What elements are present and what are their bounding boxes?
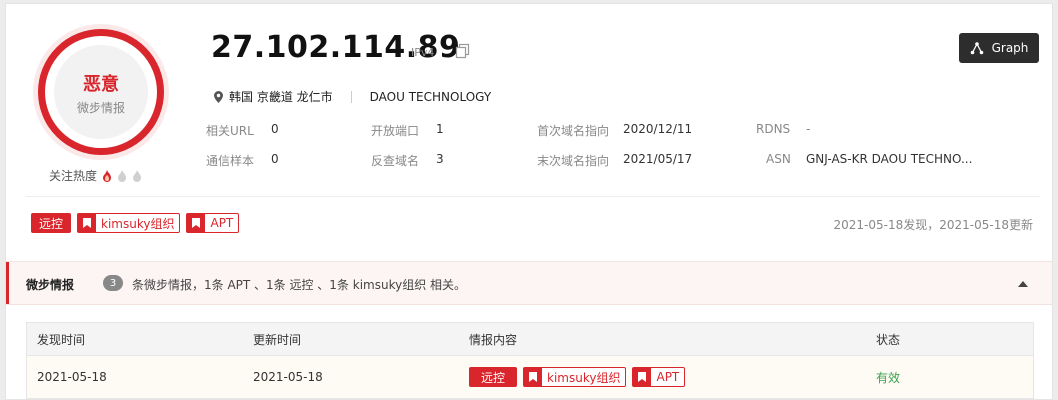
header-updated-time: 更新时间 xyxy=(253,332,302,347)
heat-label: 关注热度 xyxy=(49,169,98,183)
bookmark-icon xyxy=(78,214,97,232)
stat-label-rdns: RDNS xyxy=(756,122,791,136)
copy-icon[interactable] xyxy=(455,43,471,59)
stat-value-last-resolve: 2021/05/17 xyxy=(623,152,693,166)
stat-label-samples: 通信样本 xyxy=(206,154,255,168)
ip-version: IPv4 xyxy=(411,46,435,59)
intel-section-header[interactable]: 微步情报 3 条微步情报，1条 APT 、1条 远控 、1条 kimsuky组织… xyxy=(6,261,1052,305)
bookmark-icon xyxy=(524,368,543,386)
tag-kimsuky[interactable]: kimsuky组织 xyxy=(523,367,627,387)
flame-icon xyxy=(118,169,127,182)
cell-updated-time: 2021-05-18 xyxy=(253,370,323,384)
verdict-subtitle: 微步情报 xyxy=(76,101,125,115)
header-status: 状态 xyxy=(876,332,901,347)
stat-value-first-resolve: 2020/12/11 xyxy=(623,122,693,136)
divider xyxy=(26,196,1040,197)
verdict-badge: 恶意 微步情报 xyxy=(33,24,169,160)
location-row: 韩国 京畿道 龙仁市 DAOU TECHNOLOGY xyxy=(214,88,491,105)
intel-description: 条微步情报，1条 APT 、1条 远控 、1条 kimsuky组织 相关。 xyxy=(132,278,467,292)
flame-icon xyxy=(133,169,142,182)
flame-icon xyxy=(103,169,112,182)
location-pin-icon xyxy=(214,90,223,103)
stat-value-reverse-domains[interactable]: 3 xyxy=(436,152,444,166)
stat-value-samples[interactable]: 0 xyxy=(271,152,279,166)
tag-apt[interactable]: APT xyxy=(186,213,240,233)
discovery-dates: 2021-05-18发现，2021-05-18更新 xyxy=(833,218,1033,232)
tag-remote-control[interactable]: 远控 xyxy=(469,367,518,387)
header-found-time: 发现时间 xyxy=(37,332,86,347)
stat-value-related-url[interactable]: 0 xyxy=(271,122,279,136)
header-content: 情报内容 xyxy=(469,332,518,347)
stat-label-last-resolve: 末次域名指向 xyxy=(537,154,610,168)
stat-label-first-resolve: 首次域名指向 xyxy=(537,124,610,138)
stat-label-reverse-domains: 反查域名 xyxy=(371,154,420,168)
cell-found-time: 2021-05-18 xyxy=(37,370,107,384)
collapse-caret-icon[interactable] xyxy=(1018,281,1028,287)
stat-label-asn: ASN xyxy=(766,152,791,166)
separator xyxy=(350,90,352,103)
bookmark-icon xyxy=(187,214,206,232)
location-place: 韩国 京畿道 龙仁市 xyxy=(229,90,333,104)
stat-value-asn[interactable]: GNJ-AS-KR DAOU TECHNO... xyxy=(806,152,972,166)
cell-content-tags: 远控 kimsuky组织 APT xyxy=(469,367,686,387)
cell-status: 有效 xyxy=(876,370,901,385)
intel-table: 发现时间 更新时间 情报内容 状态 2021-05-18 2021-05-18 … xyxy=(26,322,1034,399)
bookmark-icon xyxy=(633,368,652,386)
stat-value-rdns: - xyxy=(806,122,811,136)
graph-button-label: Graph xyxy=(991,41,1029,55)
intel-title: 微步情报 xyxy=(26,278,75,292)
tag-apt[interactable]: APT xyxy=(632,367,686,387)
table-header: 发现时间 更新时间 情报内容 状态 xyxy=(27,323,1033,356)
stat-label-open-ports: 开放端口 xyxy=(371,124,420,138)
ip-detail-panel: 恶意 微步情报 关注热度 27.102.114.89 IPv4 Graph 韩国… xyxy=(5,3,1053,400)
tag-kimsuky[interactable]: kimsuky组织 xyxy=(77,213,181,233)
tag-list: 远控 kimsuky组织 APT xyxy=(31,213,240,233)
verdict-title: 恶意 xyxy=(83,74,119,95)
graph-icon xyxy=(970,42,983,55)
heat-indicator: 关注热度 xyxy=(49,167,142,184)
location-org: DAOU TECHNOLOGY xyxy=(369,89,492,104)
stat-label-related-url: 相关URL xyxy=(206,124,254,138)
intel-count-badge: 3 xyxy=(103,275,123,291)
table-row[interactable]: 2021-05-18 2021-05-18 远控 kimsuky组织 APT 有… xyxy=(27,356,1033,398)
tag-remote-control[interactable]: 远控 xyxy=(31,213,72,233)
stat-value-open-ports[interactable]: 1 xyxy=(436,122,444,136)
graph-button[interactable]: Graph xyxy=(959,33,1039,63)
